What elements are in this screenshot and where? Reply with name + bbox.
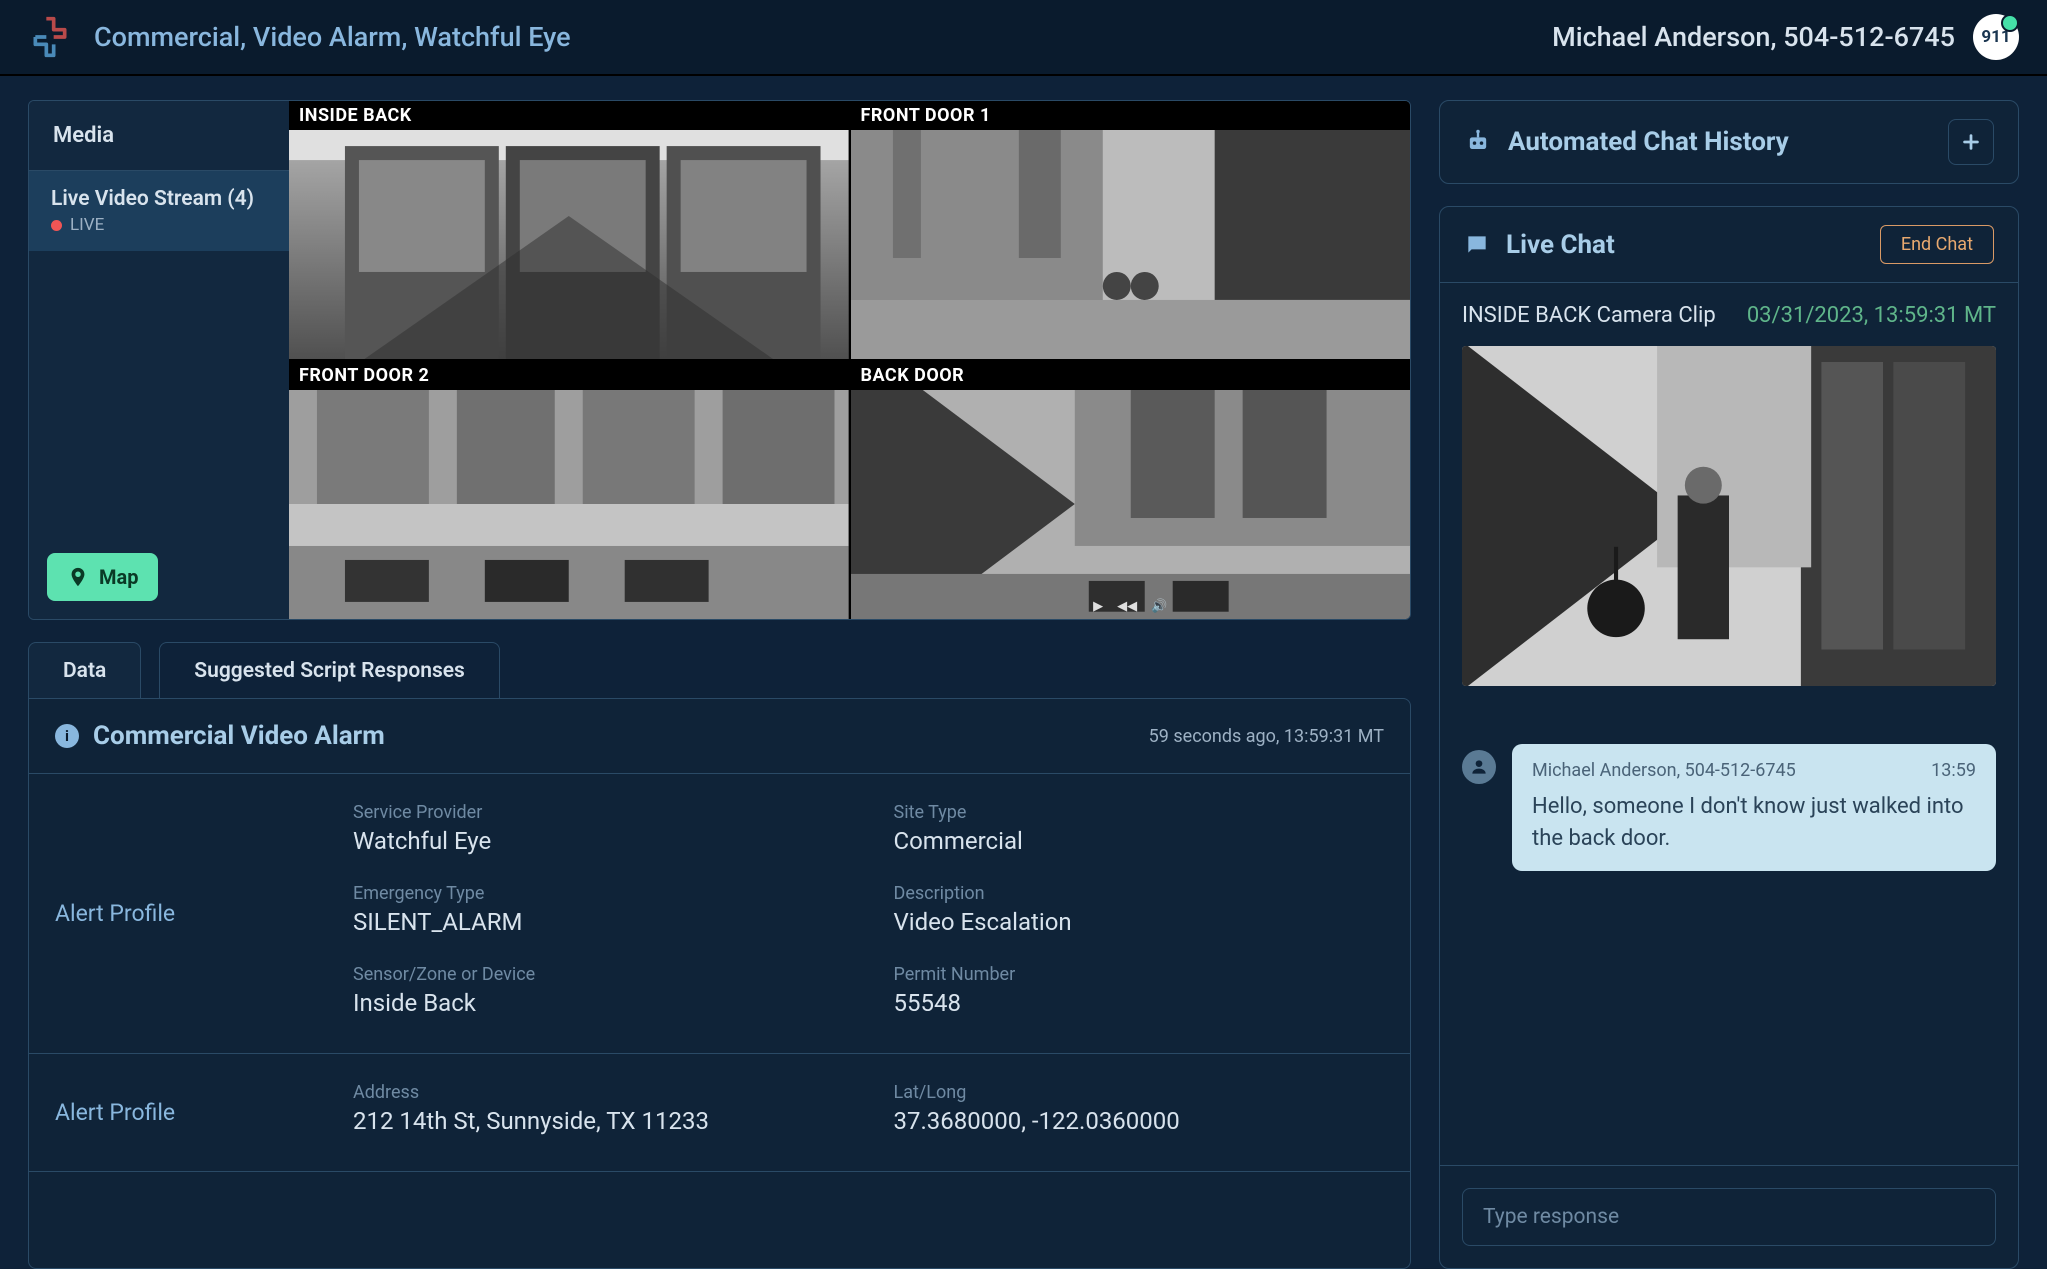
field-value: SILENT_ALARM: [353, 908, 846, 936]
avatar-icon: [1462, 750, 1496, 784]
media-panel: Media Live Video Stream (4) LIVE Map INS…: [28, 100, 1411, 620]
message-time: 13:59: [1931, 760, 1976, 781]
data-card: i Commercial Video Alarm 59 seconds ago,…: [28, 698, 1411, 1269]
live-chat-panel: Live Chat End Chat INSIDE BACK Camera Cl…: [1439, 206, 2019, 1269]
field-label: Service Provider: [353, 802, 846, 823]
clip-timestamp: 03/31/2023, 13:59:31 MT: [1747, 303, 1996, 328]
data-section: Alert Profile Address 212 14th St, Sunnys…: [29, 1054, 1410, 1172]
tab-suggested-scripts[interactable]: Suggested Script Responses: [159, 642, 500, 699]
field-value: 212 14th St, Sunnyside, TX 11233: [353, 1107, 846, 1135]
field-label: Address: [353, 1082, 846, 1103]
field-label: Emergency Type: [353, 883, 846, 904]
field-value: 55548: [894, 989, 1387, 1017]
field-label: Sensor/Zone or Device: [353, 964, 846, 985]
video-feed[interactable]: FRONT DOOR 1: [851, 101, 1411, 359]
chat-message: Michael Anderson, 504-512-6745 13:59 Hel…: [1462, 744, 1996, 871]
plus-icon: [1960, 131, 1982, 153]
video-feed-grid: INSIDE BACK: [289, 101, 1410, 619]
breadcrumb: Commercial, Video Alarm, Watchful Eye: [94, 21, 571, 53]
automated-chat-panel: Automated Chat History: [1439, 100, 2019, 184]
chat-icon: [1464, 232, 1490, 258]
media-sidebar-title: Media: [29, 101, 289, 171]
add-button[interactable]: [1948, 119, 1994, 165]
tab-bar: Data Suggested Script Responses: [28, 642, 1411, 699]
data-card-title: Commercial Video Alarm: [93, 721, 385, 751]
volume-icon[interactable]: 🔊: [1151, 599, 1167, 614]
play-icon[interactable]: ▶: [1093, 599, 1103, 614]
live-stream-item[interactable]: Live Video Stream (4) LIVE: [29, 171, 289, 251]
live-chat-title: Live Chat: [1506, 230, 1615, 260]
tab-data[interactable]: Data: [28, 642, 141, 699]
field-value: 37.3680000, -122.0360000: [894, 1107, 1387, 1135]
stream-title: Live Video Stream (4): [51, 187, 267, 211]
top-bar: Commercial, Video Alarm, Watchful Eye Mi…: [0, 0, 2047, 76]
map-pin-icon: [67, 566, 89, 588]
feed-label: FRONT DOOR 2: [289, 361, 849, 390]
live-label: LIVE: [70, 215, 104, 235]
automated-chat-title: Automated Chat History: [1508, 127, 1789, 157]
video-feed[interactable]: INSIDE BACK: [289, 101, 849, 359]
video-feed[interactable]: FRONT DOOR 2: [289, 361, 849, 619]
camera-clip-thumbnail[interactable]: [1462, 346, 1996, 686]
field-label: Site Type: [894, 802, 1387, 823]
caller-identity: Michael Anderson, 504-512-6745: [1552, 21, 1955, 53]
message-sender: Michael Anderson, 504-512-6745: [1532, 760, 1796, 781]
emergency-badge[interactable]: 911: [1973, 14, 2019, 60]
feed-label: BACK DOOR: [851, 361, 1411, 390]
field-label: Permit Number: [894, 964, 1387, 985]
field-value: Inside Back: [353, 989, 846, 1017]
field-value: Video Escalation: [894, 908, 1387, 936]
feed-label: FRONT DOOR 1: [851, 101, 1411, 130]
end-chat-button[interactable]: End Chat: [1880, 225, 1994, 264]
field-value: Commercial: [894, 827, 1387, 855]
clip-label: INSIDE BACK Camera Clip: [1462, 303, 1716, 328]
live-indicator-icon: [51, 220, 62, 231]
chat-input[interactable]: [1462, 1188, 1996, 1246]
rewind-icon[interactable]: ◀◀: [1117, 599, 1137, 614]
feed-label: INSIDE BACK: [289, 101, 849, 130]
section-label: Alert Profile: [29, 1054, 329, 1171]
data-card-timestamp: 59 seconds ago, 13:59:31 MT: [1149, 726, 1384, 747]
video-feed[interactable]: BACK DOOR: [851, 361, 1411, 619]
robot-icon: [1464, 128, 1492, 156]
field-value: Watchful Eye: [353, 827, 846, 855]
video-controls[interactable]: ▶ ◀◀ 🔊: [851, 593, 1411, 619]
map-button[interactable]: Map: [47, 553, 158, 601]
media-sidebar: Media Live Video Stream (4) LIVE Map: [29, 101, 289, 619]
app-logo-icon: [28, 15, 72, 59]
data-section: Alert Profile Service Provider Watchful E…: [29, 774, 1410, 1054]
message-text: Hello, someone I don't know just walked …: [1532, 791, 1976, 855]
info-icon: i: [55, 724, 79, 748]
field-label: Lat/Long: [894, 1082, 1387, 1103]
field-label: Description: [894, 883, 1387, 904]
section-label: Alert Profile: [29, 774, 329, 1053]
